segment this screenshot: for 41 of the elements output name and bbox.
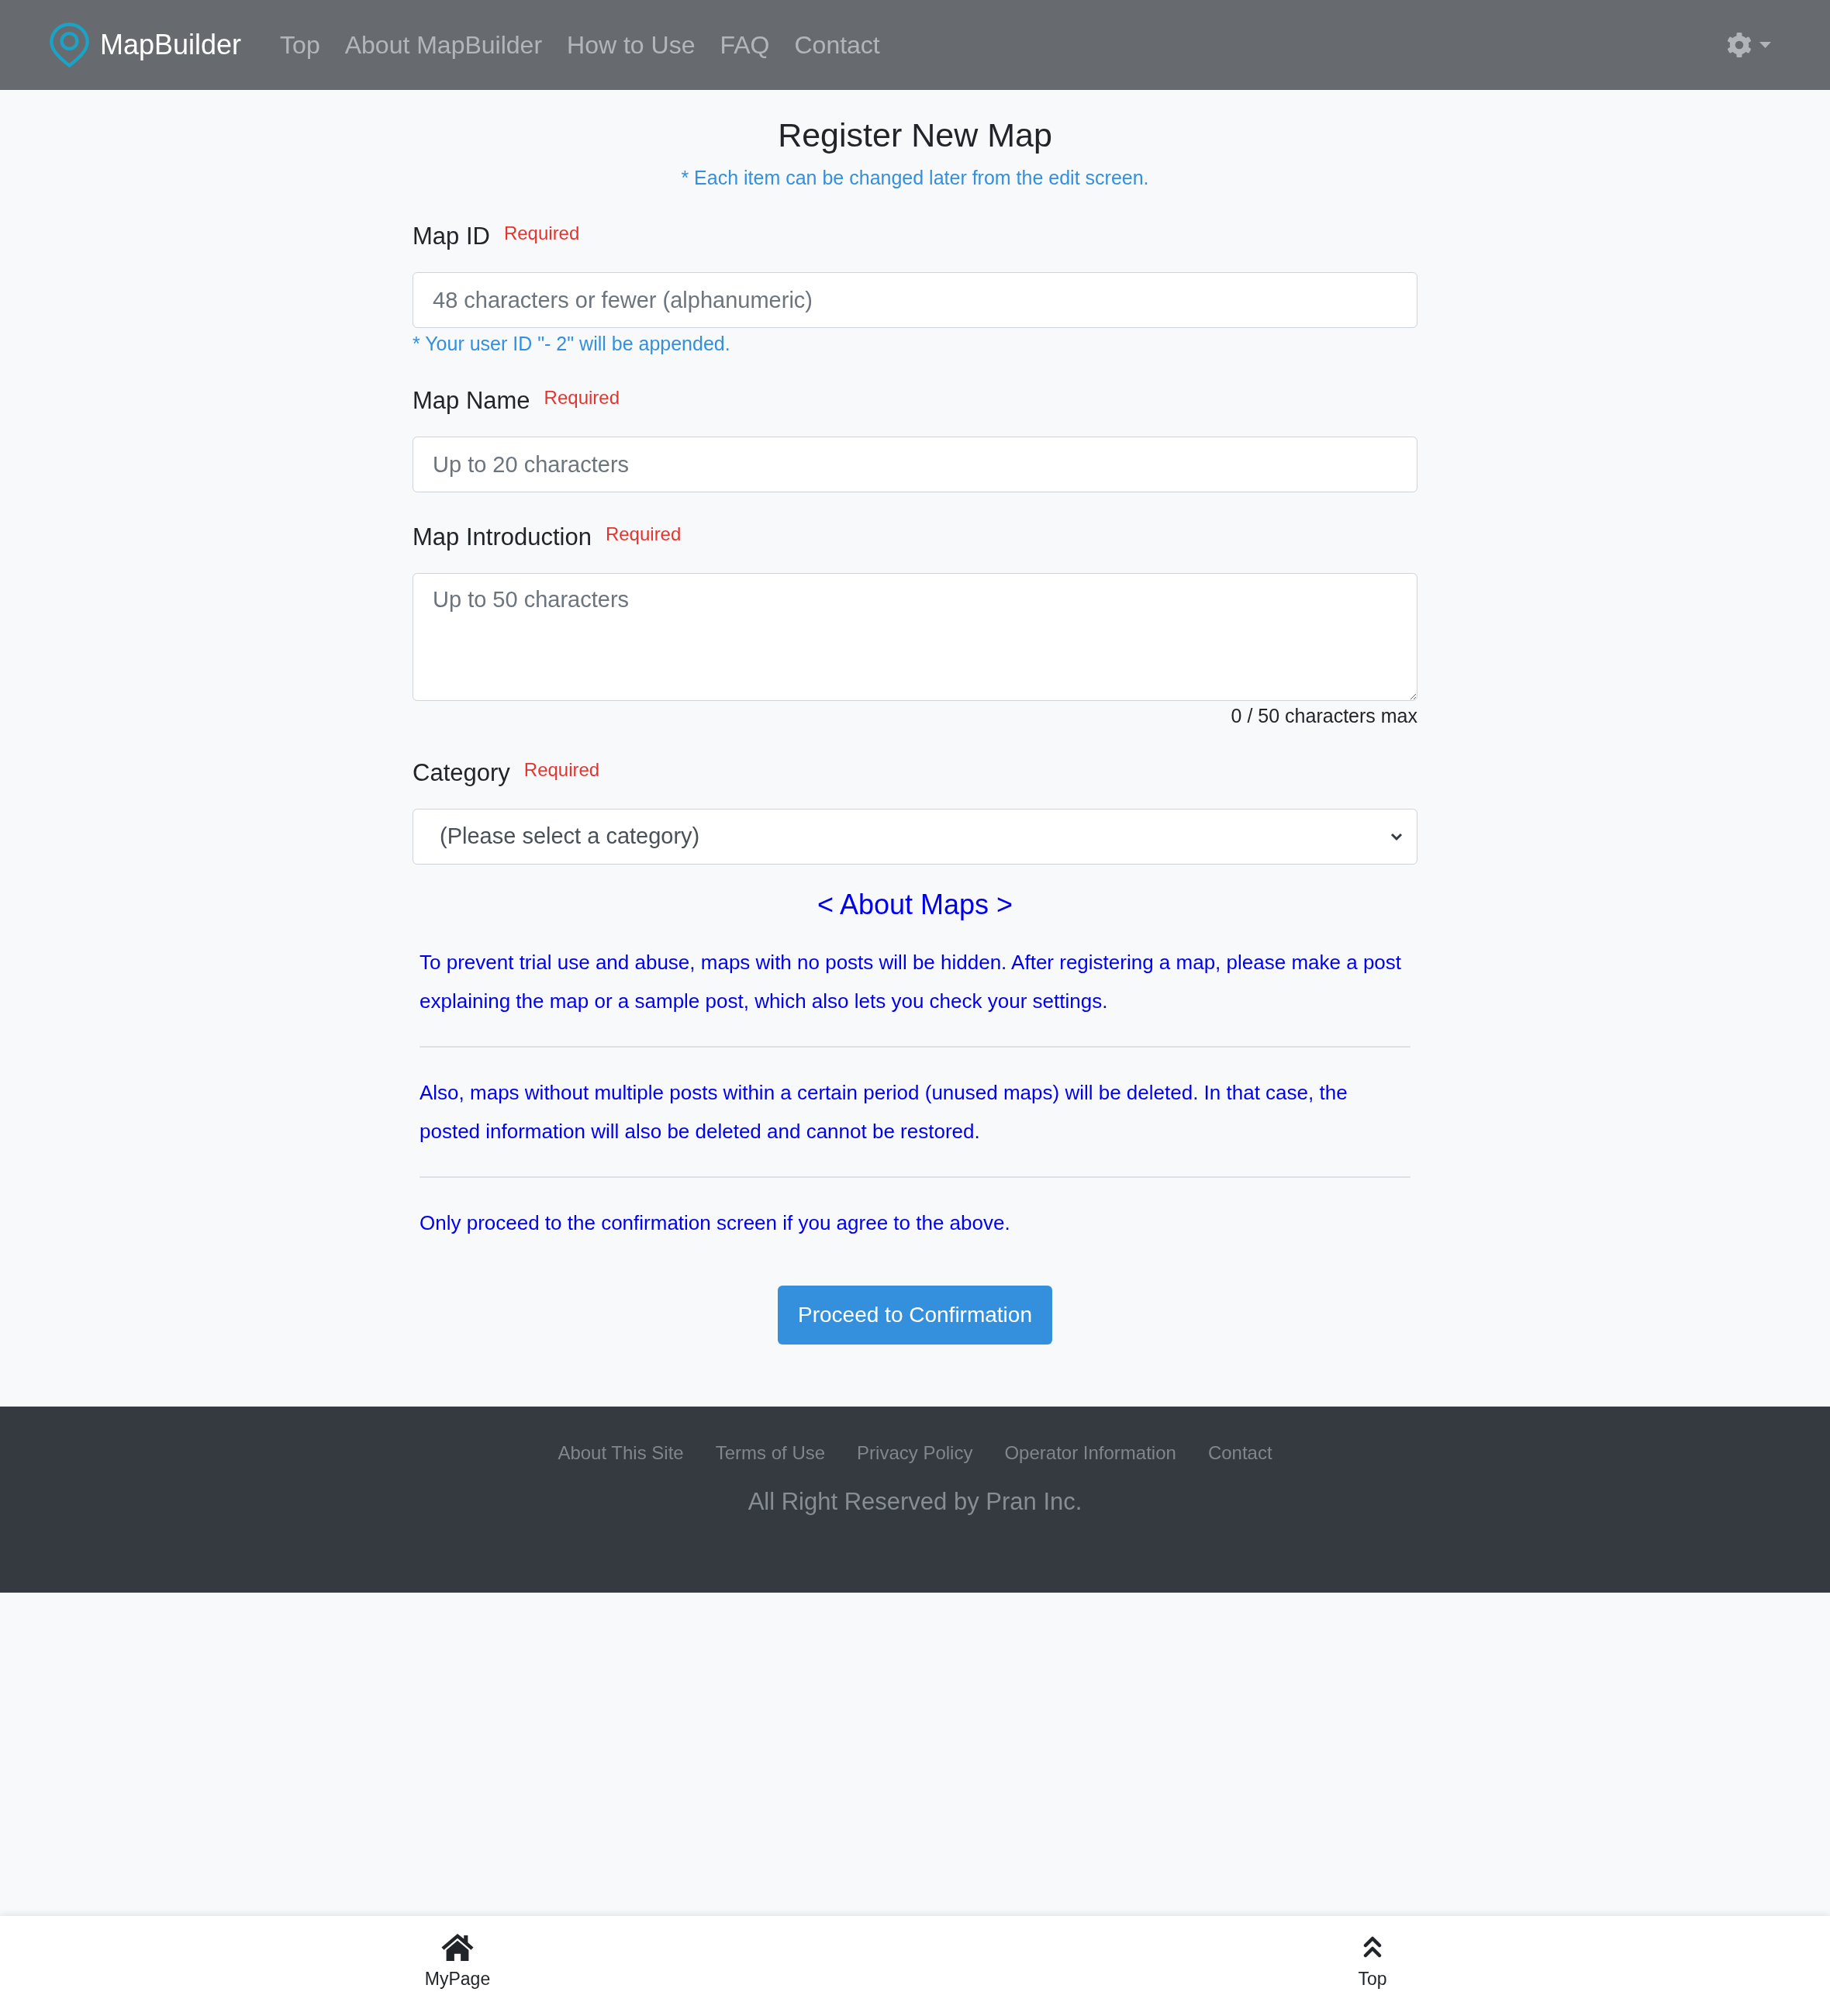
page-title: Register New Map <box>777 116 1053 155</box>
double-chevron-up-icon <box>1363 1935 1382 1959</box>
edit-note: * Each item can be changed later from the edit screen. <box>680 166 1150 190</box>
footer-link[interactable]: Contact <box>1207 1441 1272 1465</box>
proceed-button[interactable]: Proceed to Confirmation <box>778 1286 1052 1345</box>
text-input[interactable]: Up to 20 characters <box>413 437 1417 492</box>
nav-link[interactable]: Contact <box>794 28 880 62</box>
map-pin-logo-icon <box>49 22 90 67</box>
help-text: * Your user ID "- 2" will be appended. <box>413 332 731 356</box>
required-label: Required <box>605 523 682 546</box>
brand-name[interactable]: MapBuilder <box>100 28 242 62</box>
text-area[interactable]: Up to 50 characters <box>413 573 1417 701</box>
footer-link[interactable]: About This Site <box>558 1441 684 1465</box>
bottom-nav-link[interactable]: MyPage <box>424 1931 491 2016</box>
notice-paragraph: Only proceed to the confirmation screen if you agree to the above. <box>420 1210 1011 1236</box>
text-input[interactable]: 48 characters or fewer (alphanumeric) <box>413 272 1417 328</box>
bottom-nav-link[interactable]: Top <box>1358 1931 1387 2016</box>
chevron-down-icon <box>1390 832 1403 841</box>
required-label: Required <box>544 386 620 409</box>
character-counter: 0 / 50 characters max <box>1230 704 1417 728</box>
field-label: Map Name <box>413 386 530 416</box>
required-label: Required <box>523 758 600 782</box>
nav-link[interactable]: FAQ <box>720 28 770 62</box>
nav-link[interactable]: Top <box>280 28 320 62</box>
copyright-text: All Right Reserved by Pran Inc. <box>747 1487 1083 1517</box>
category-select[interactable]: (Please select a category) <box>413 809 1417 865</box>
house-icon <box>440 1933 475 1961</box>
settings-icon[interactable] <box>1727 33 1752 57</box>
footer-link[interactable]: Privacy Policy <box>857 1441 973 1465</box>
about-maps-heading: < About Maps > <box>816 888 1014 922</box>
field-label: Map Introduction <box>413 523 592 552</box>
field-label: Category <box>413 758 510 788</box>
footer-link[interactable]: Terms of Use <box>715 1441 826 1465</box>
field-label: Map ID <box>413 222 490 251</box>
nav-link[interactable]: How to Use <box>567 28 696 62</box>
required-label: Required <box>503 222 580 245</box>
notice-paragraph: To prevent trial use and abuse, maps with no posts will be hidden. After registering a map, please make a post explaining the map or a sample post, which also lets you check your settings. <box>420 950 1403 1014</box>
notice-paragraph: Also, maps without multiple posts within a certain period (unused maps) will be deleted. In that case, the posted information will also be deleted and cannot be restored. <box>420 1080 1348 1144</box>
caret-icon[interactable] <box>1759 42 1771 48</box>
nav-link[interactable]: About MapBuilder <box>344 28 543 62</box>
footer-link[interactable]: Operator Information <box>1004 1441 1176 1465</box>
